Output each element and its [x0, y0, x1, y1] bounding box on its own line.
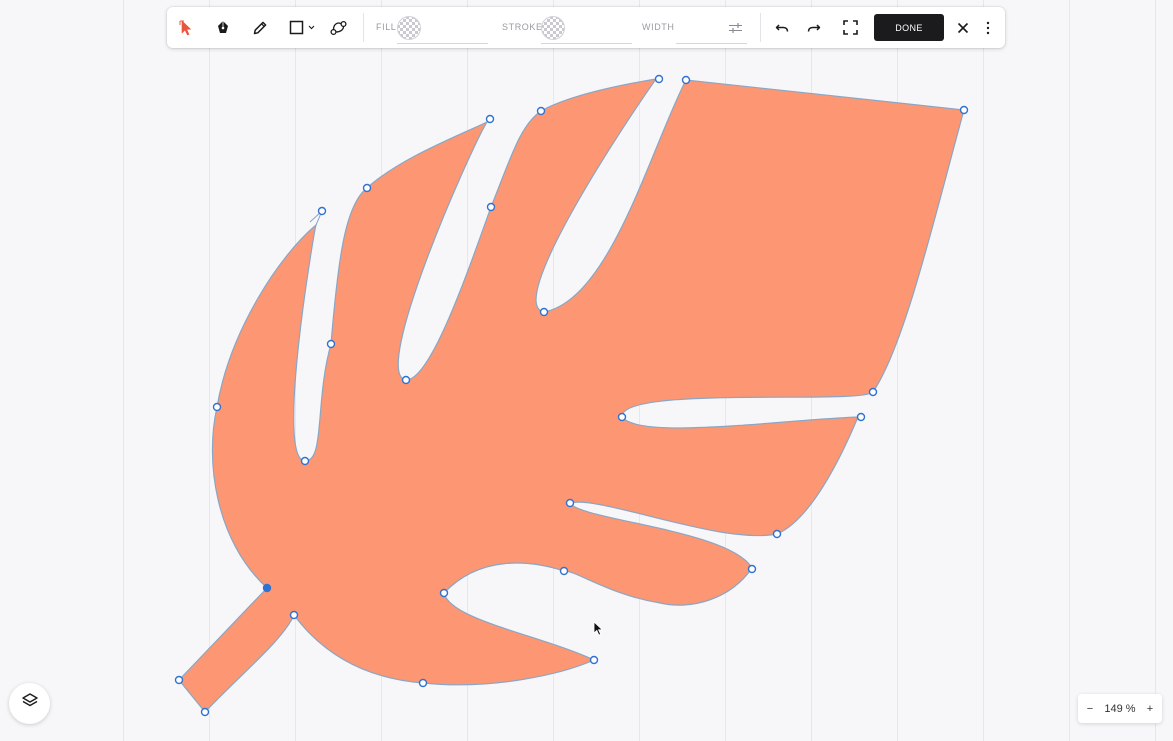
- anchor-point[interactable]: [617, 412, 627, 422]
- anchor-point[interactable]: [212, 402, 222, 412]
- close-icon: [957, 22, 969, 34]
- anchor-point[interactable]: [486, 202, 496, 212]
- anchor-point[interactable]: [317, 206, 327, 216]
- pencil-tool-button[interactable]: [249, 7, 271, 48]
- layers-icon: [21, 692, 39, 715]
- toolbar-divider: [363, 13, 364, 42]
- path-tool-button[interactable]: [327, 7, 351, 48]
- zoom-in-button[interactable]: +: [1142, 694, 1158, 723]
- editor-toolbar: FILL STROKE WIDTH DONE: [167, 7, 1005, 48]
- rectangle-icon: [289, 20, 304, 35]
- anchor-point[interactable]: [589, 655, 599, 665]
- anchor-point[interactable]: [654, 74, 664, 84]
- anchor-point[interactable]: [362, 183, 372, 193]
- more-vertical-icon: [986, 21, 990, 35]
- layers-button[interactable]: [9, 683, 50, 724]
- zoom-level: 149 %: [1104, 702, 1136, 715]
- undo-icon: [775, 22, 789, 34]
- anchor-point[interactable]: [747, 564, 757, 574]
- close-button[interactable]: [952, 7, 974, 48]
- mouse-cursor-icon: [593, 621, 604, 641]
- shape-tool-button[interactable]: [285, 7, 319, 48]
- stroke-swatch[interactable]: [541, 16, 565, 40]
- pencil-icon: [252, 20, 268, 36]
- sliders-icon: [728, 22, 743, 34]
- artwork-svg[interactable]: [0, 0, 1173, 741]
- toolbar-divider: [760, 13, 761, 42]
- anchor-point[interactable]: [539, 307, 549, 317]
- anchor-point-selected[interactable]: [262, 583, 272, 593]
- width-underline: [676, 43, 747, 44]
- anchor-point[interactable]: [300, 456, 310, 466]
- anchor-point[interactable]: [289, 610, 299, 620]
- pen-nib-icon: [215, 20, 231, 36]
- anchor-point[interactable]: [439, 588, 449, 598]
- pen-tool-button[interactable]: [212, 7, 234, 48]
- done-button[interactable]: DONE: [874, 14, 944, 41]
- anchor-point[interactable]: [326, 339, 336, 349]
- fill-underline: [397, 43, 488, 44]
- width-adjust-button[interactable]: [724, 7, 746, 48]
- redo-button[interactable]: [803, 7, 825, 48]
- path-node-icon: [330, 20, 348, 36]
- anchor-point[interactable]: [868, 387, 878, 397]
- anchor-point[interactable]: [174, 675, 184, 685]
- anchor-point[interactable]: [681, 75, 691, 85]
- anchor-point[interactable]: [559, 566, 569, 576]
- anchor-point[interactable]: [959, 105, 969, 115]
- anchor-point[interactable]: [401, 375, 411, 385]
- fullscreen-button[interactable]: [839, 7, 861, 48]
- anchor-point[interactable]: [772, 529, 782, 539]
- anchor-point[interactable]: [536, 106, 546, 116]
- select-tool-button[interactable]: [175, 7, 197, 48]
- width-label: WIDTH: [642, 22, 675, 32]
- more-options-button[interactable]: [979, 7, 997, 48]
- anchor-point[interactable]: [485, 114, 495, 124]
- fill-swatch[interactable]: [397, 16, 421, 40]
- drawing-canvas[interactable]: [0, 0, 1173, 741]
- anchor-point[interactable]: [565, 498, 575, 508]
- fullscreen-icon: [842, 20, 858, 35]
- zoom-out-button[interactable]: −: [1082, 694, 1098, 723]
- select-arrow-icon: [178, 19, 194, 37]
- zoom-control: − 149 % +: [1078, 694, 1162, 723]
- anchor-point[interactable]: [418, 678, 428, 688]
- stroke-label: STROKE: [502, 22, 543, 32]
- fill-label: FILL: [376, 22, 397, 32]
- undo-button[interactable]: [771, 7, 793, 48]
- anchor-point[interactable]: [856, 412, 866, 422]
- anchor-point[interactable]: [200, 707, 210, 717]
- chevron-down-icon: [308, 25, 315, 30]
- stroke-underline: [541, 43, 632, 44]
- redo-icon: [807, 22, 821, 34]
